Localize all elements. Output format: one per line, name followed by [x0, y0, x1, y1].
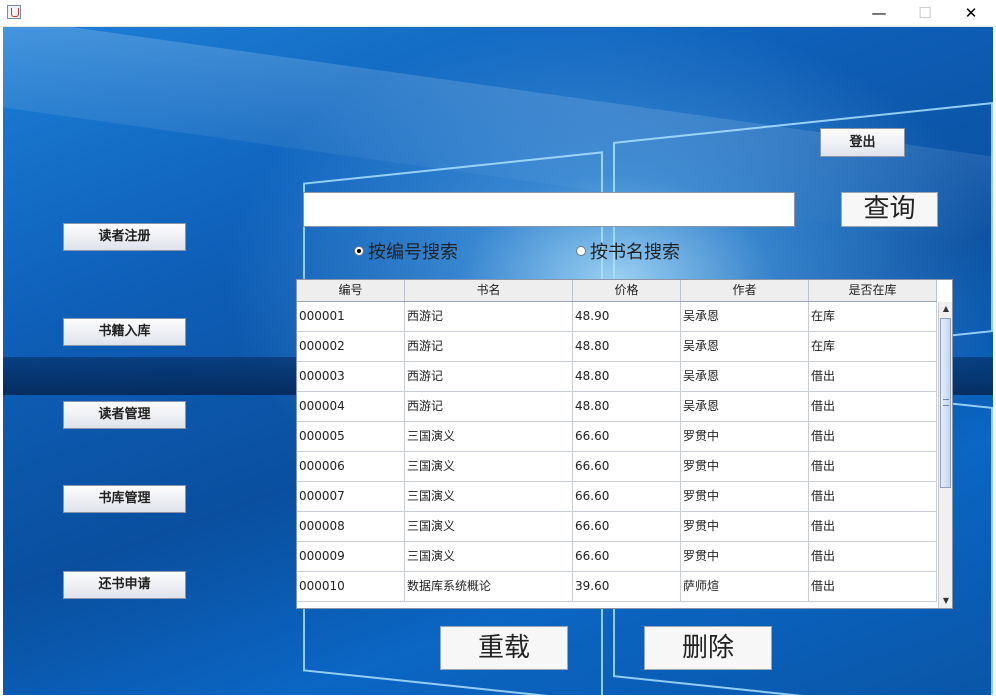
cell-title[interactable]: 西游记: [405, 392, 573, 421]
reload-button[interactable]: 重载: [440, 626, 568, 670]
cell-author[interactable]: 罗贯中: [681, 512, 809, 541]
cell-title[interactable]: 三国演义: [405, 452, 573, 481]
cell-price[interactable]: 48.80: [573, 362, 681, 391]
cell-in-stock[interactable]: 借出: [809, 452, 937, 481]
column-header-id[interactable]: 编号: [297, 280, 405, 301]
cell-price[interactable]: 66.60: [573, 542, 681, 571]
cell-in-stock[interactable]: 借出: [809, 392, 937, 421]
table-row[interactable]: 000010 数据库系统概论 39.60 萨师煊 借出: [297, 572, 937, 602]
cell-title[interactable]: 三国演义: [405, 422, 573, 451]
table-body: 000001 西游记 48.90 吴承恩 在库 000002 西游记 48.80 吴承恩 在库 00…: [297, 302, 937, 602]
column-header-author[interactable]: 作者: [681, 280, 809, 301]
table-row[interactable]: 000002 西游记 48.80 吴承恩 在库: [297, 332, 937, 362]
cell-author[interactable]: 吴承恩: [681, 392, 809, 421]
table-row[interactable]: 000003 西游记 48.80 吴承恩 借出: [297, 362, 937, 392]
cell-id[interactable]: 000001: [297, 302, 405, 331]
cell-author[interactable]: 萨师煊: [681, 572, 809, 601]
logout-button[interactable]: 登出: [820, 128, 905, 157]
cell-price[interactable]: 48.80: [573, 392, 681, 421]
cell-in-stock[interactable]: 借出: [809, 572, 937, 601]
table-row[interactable]: 000006 三国演义 66.60 罗贯中 借出: [297, 452, 937, 482]
java-app-icon: [7, 5, 21, 19]
main-panel: 读者注册 书籍入库 读者管理 书库管理 还书申请 登出 查询 按编号搜索 按书名…: [3, 27, 993, 695]
radio-unselected-icon: [576, 246, 586, 256]
cell-in-stock[interactable]: 在库: [809, 332, 937, 361]
book-stock-in-button[interactable]: 书籍入库: [63, 318, 186, 346]
scroll-up-arrow-icon[interactable]: ▲: [939, 302, 952, 316]
scroll-down-arrow-icon[interactable]: ▼: [939, 594, 952, 608]
table-row[interactable]: 000008 三国演义 66.60 罗贯中 借出: [297, 512, 937, 542]
return-request-button[interactable]: 还书申请: [63, 571, 186, 599]
cell-price[interactable]: 39.60: [573, 572, 681, 601]
cell-title[interactable]: 西游记: [405, 332, 573, 361]
table-row[interactable]: 000001 西游记 48.90 吴承恩 在库: [297, 302, 937, 332]
reader-management-button[interactable]: 读者管理: [63, 401, 186, 429]
cell-id[interactable]: 000004: [297, 392, 405, 421]
cell-in-stock[interactable]: 借出: [809, 362, 937, 391]
cell-in-stock[interactable]: 借出: [809, 542, 937, 571]
cell-in-stock[interactable]: 借出: [809, 422, 937, 451]
grip-icon: [943, 399, 949, 406]
delete-button[interactable]: 删除: [644, 626, 772, 670]
cell-price[interactable]: 66.60: [573, 512, 681, 541]
search-by-id-label: 按编号搜索: [368, 242, 458, 263]
table-row[interactable]: 000009 三国演义 66.60 罗贯中 借出: [297, 542, 937, 572]
cell-price[interactable]: 48.90: [573, 302, 681, 331]
cell-author[interactable]: 吴承恩: [681, 332, 809, 361]
maximize-button[interactable]: ☐: [902, 0, 948, 26]
cell-title[interactable]: 西游记: [405, 302, 573, 331]
cell-in-stock[interactable]: 借出: [809, 512, 937, 541]
cell-in-stock[interactable]: 借出: [809, 482, 937, 511]
cell-title[interactable]: 三国演义: [405, 512, 573, 541]
cell-id[interactable]: 000007: [297, 482, 405, 511]
cell-author[interactable]: 罗贯中: [681, 482, 809, 511]
cell-title[interactable]: 三国演义: [405, 482, 573, 511]
cell-title[interactable]: 数据库系统概论: [405, 572, 573, 601]
table-row[interactable]: 000004 西游记 48.80 吴承恩 借出: [297, 392, 937, 422]
cell-author[interactable]: 吴承恩: [681, 362, 809, 391]
cell-author[interactable]: 罗贯中: [681, 422, 809, 451]
column-header-price[interactable]: 价格: [573, 280, 681, 301]
cell-price[interactable]: 66.60: [573, 482, 681, 511]
column-header-title[interactable]: 书名: [405, 280, 573, 301]
library-management-button[interactable]: 书库管理: [63, 485, 186, 513]
cell-author[interactable]: 罗贯中: [681, 452, 809, 481]
cell-id[interactable]: 000002: [297, 332, 405, 361]
table-row[interactable]: 000007 三国演义 66.60 罗贯中 借出: [297, 482, 937, 512]
cell-id[interactable]: 000008: [297, 512, 405, 541]
search-input[interactable]: [303, 192, 795, 227]
books-table: 编号 书名 价格 作者 是否在库 000001 西游记 48.90 吴承恩 在库 0000…: [296, 279, 953, 609]
cell-id[interactable]: 000005: [297, 422, 405, 451]
cell-price[interactable]: 66.60: [573, 422, 681, 451]
window-titlebar: — ☐ ✕: [0, 0, 996, 27]
cell-id[interactable]: 000010: [297, 572, 405, 601]
search-by-title-radio[interactable]: 按书名搜索: [576, 242, 680, 264]
reader-register-button[interactable]: 读者注册: [63, 223, 186, 251]
cell-price[interactable]: 66.60: [573, 452, 681, 481]
cell-in-stock[interactable]: 在库: [809, 302, 937, 331]
cell-id[interactable]: 000003: [297, 362, 405, 391]
table-header: 编号 书名 价格 作者 是否在库: [297, 280, 937, 302]
cell-title[interactable]: 西游记: [405, 362, 573, 391]
close-button[interactable]: ✕: [948, 0, 994, 26]
query-button[interactable]: 查询: [841, 192, 938, 227]
cell-id[interactable]: 000006: [297, 452, 405, 481]
cell-author[interactable]: 罗贯中: [681, 542, 809, 571]
cell-price[interactable]: 48.80: [573, 332, 681, 361]
radio-selected-icon: [354, 246, 364, 256]
search-by-id-radio[interactable]: 按编号搜索: [354, 242, 458, 264]
table-vertical-scrollbar[interactable]: ▲ ▼: [938, 302, 952, 608]
scrollbar-thumb[interactable]: [940, 318, 951, 488]
table-row[interactable]: 000005 三国演义 66.60 罗贯中 借出: [297, 422, 937, 452]
search-by-title-label: 按书名搜索: [590, 242, 680, 263]
cell-id[interactable]: 000009: [297, 542, 405, 571]
minimize-button[interactable]: —: [856, 0, 902, 26]
cell-title[interactable]: 三国演义: [405, 542, 573, 571]
cell-author[interactable]: 吴承恩: [681, 302, 809, 331]
column-header-in-stock[interactable]: 是否在库: [809, 280, 937, 301]
